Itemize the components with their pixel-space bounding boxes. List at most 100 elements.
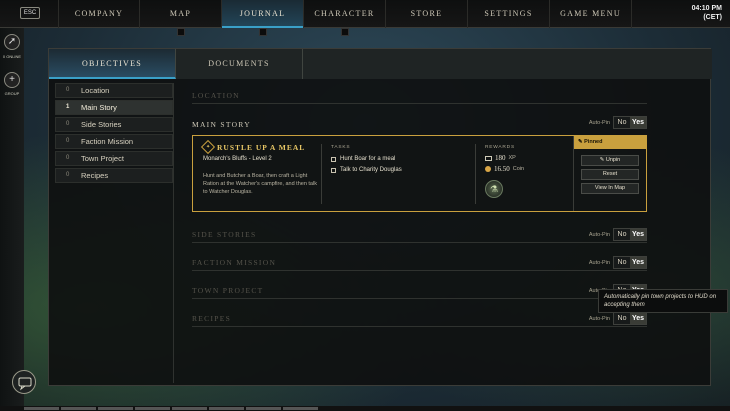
count-badge: 0 — [66, 138, 70, 144]
coin-unit: Coin — [512, 166, 525, 172]
card-divider — [475, 144, 476, 204]
hotbar-slot — [24, 407, 59, 410]
section-title-side-stories: SIDE STORIES — [192, 230, 257, 239]
tab-journal[interactable]: JOURNAL — [222, 0, 304, 36]
autopin-label: Auto-Pin — [588, 315, 610, 322]
clock-timezone: (CET) — [703, 14, 722, 21]
card-divider — [321, 144, 322, 204]
objectives-sidebar: 0 Location 1 Main Story 0 Side Stories 0 Fac… — [55, 83, 173, 185]
pinned-label: Pinned — [584, 139, 603, 145]
subtab-objectives[interactable]: OBJECTIVES — [49, 49, 176, 79]
esc-button[interactable]: ESC — [20, 7, 40, 19]
autopin-side-stories: Auto-Pin No Yes — [589, 228, 647, 241]
section-divider — [192, 298, 647, 299]
autopin-no-button[interactable]: No — [614, 257, 630, 268]
autopin-label: Auto-Pin — [588, 119, 610, 126]
tab-game-menu[interactable]: GAME MENU — [550, 0, 632, 28]
autopin-toggle: No Yes — [613, 116, 647, 129]
tab-character[interactable]: CHARACTER — [304, 0, 386, 36]
chat-button[interactable] — [12, 370, 36, 394]
count-badge: 0 — [66, 155, 70, 161]
tasks-header: TASKS — [331, 145, 351, 150]
autopin-no-button[interactable]: No — [614, 117, 630, 128]
sidebar-item-label: Location — [81, 86, 110, 95]
task-label: Talk to Charity Douglas — [340, 167, 402, 173]
count-badge: 0 — [66, 172, 70, 178]
objectives-content: LOCATION MAIN STORY Auto-Pin No Yes ✦ RU… — [192, 79, 647, 379]
section-divider — [192, 103, 647, 104]
sidebar-item-main-story[interactable]: 1 Main Story — [55, 100, 173, 115]
autopin-label: Auto-Pin — [588, 259, 610, 266]
count-badge: 0 — [66, 121, 70, 127]
autopin-toggle: No Yes — [613, 312, 647, 325]
item-reward-icon[interactable]: ⚗ — [485, 180, 503, 198]
reset-button[interactable]: Reset — [581, 169, 639, 180]
xp-value: 180 — [495, 154, 506, 162]
tab-indicator-pip — [340, 28, 349, 36]
unpin-label: Unpin — [605, 157, 621, 163]
pinned-header: ✎ Pinned — [574, 136, 647, 149]
clock-time: 04:10 PM — [691, 5, 722, 12]
autopin-recipes: Auto-Pin No Yes — [589, 312, 647, 325]
section-divider — [192, 242, 647, 243]
sidebar-item-label: Side Stories — [81, 120, 122, 129]
plus-icon: + — [9, 74, 15, 85]
section-title-main-story: MAIN STORY — [192, 120, 251, 129]
sidebar-item-faction-mission[interactable]: 0 Faction Mission — [55, 134, 173, 149]
sidebar-item-label: Faction Mission — [81, 137, 134, 146]
left-rail: ➚ 0 ONLINE + GROUP — [0, 28, 24, 411]
sidebar-divider — [173, 83, 174, 383]
autopin-no-button[interactable]: No — [614, 313, 630, 324]
sidebar-item-town-project[interactable]: 0 Town Project — [55, 151, 173, 166]
autopin-yes-button[interactable]: Yes — [630, 313, 646, 324]
autopin-toggle: No Yes — [613, 228, 647, 241]
group-button[interactable]: + — [4, 72, 20, 88]
autopin-main-story: Auto-Pin No Yes — [589, 116, 647, 129]
tab-map[interactable]: MAP — [140, 0, 222, 36]
autopin-yes-button[interactable]: Yes — [630, 117, 646, 128]
section-title-faction-mission: FACTION MISSION — [192, 258, 277, 267]
autopin-toggle: No Yes — [613, 256, 647, 269]
coin-value: 16.50 — [494, 165, 510, 173]
tab-settings[interactable]: SETTINGS — [468, 0, 550, 28]
unpin-button[interactable]: ✎ Unpin — [581, 155, 639, 166]
quest-card[interactable]: ✦ RUSTLE UP A MEAL Monarch's Bluffs - Le… — [192, 135, 647, 212]
tab-character-label: CHARACTER — [314, 9, 375, 18]
autopin-no-button[interactable]: No — [614, 229, 630, 240]
sidebar-item-label: Town Project — [81, 154, 124, 163]
autopin-tooltip: Automatically pin town projects to HUD o… — [598, 289, 728, 313]
tab-indicator-pip — [176, 28, 185, 36]
tab-indicator-pip — [258, 28, 267, 36]
sidebar-item-recipes[interactable]: 0 Recipes — [55, 168, 173, 183]
chat-bubble-icon — [18, 377, 32, 391]
hotbar-slot — [98, 407, 133, 410]
tab-company[interactable]: COMPANY — [58, 0, 140, 28]
autopin-yes-button[interactable]: Yes — [630, 229, 646, 240]
sidebar-item-location[interactable]: 0 Location — [55, 83, 173, 98]
quest-subtitle: Monarch's Bluffs - Level 2 — [203, 156, 272, 162]
quest-title-row: ✦ RUSTLE UP A MEAL — [200, 139, 306, 155]
autopin-yes-button[interactable]: Yes — [630, 257, 646, 268]
task-item: Hunt Boar for a meal — [331, 156, 395, 162]
bottom-bar — [0, 406, 730, 411]
journal-subtabs: OBJECTIVES DOCUMENTS — [49, 49, 712, 79]
autopin-faction-mission: Auto-Pin No Yes — [589, 256, 647, 269]
quest-title: RUSTLE UP A MEAL — [217, 142, 306, 152]
clock: 04:10 PM (CET) — [692, 4, 722, 22]
tab-map-label: MAP — [169, 9, 192, 18]
xp-reward: 180 XP — [485, 154, 516, 162]
coin-reward: 16.50 Coin — [485, 165, 524, 173]
quest-diamond-icon: ✦ — [200, 139, 216, 155]
section-divider — [192, 270, 647, 271]
section-divider — [192, 326, 647, 327]
hotbar-slot — [135, 407, 170, 410]
sidebar-item-label: Main Story — [81, 103, 117, 112]
social-button[interactable]: ➚ — [4, 34, 20, 50]
rewards-header: REWARDS — [485, 145, 515, 150]
tab-store[interactable]: STORE — [386, 0, 468, 28]
view-in-map-button[interactable]: View In Map — [581, 183, 639, 194]
group-label: GROUP — [4, 91, 20, 96]
section-title-location: LOCATION — [192, 91, 240, 100]
sidebar-item-side-stories[interactable]: 0 Side Stories — [55, 117, 173, 132]
subtab-documents[interactable]: DOCUMENTS — [176, 49, 303, 79]
